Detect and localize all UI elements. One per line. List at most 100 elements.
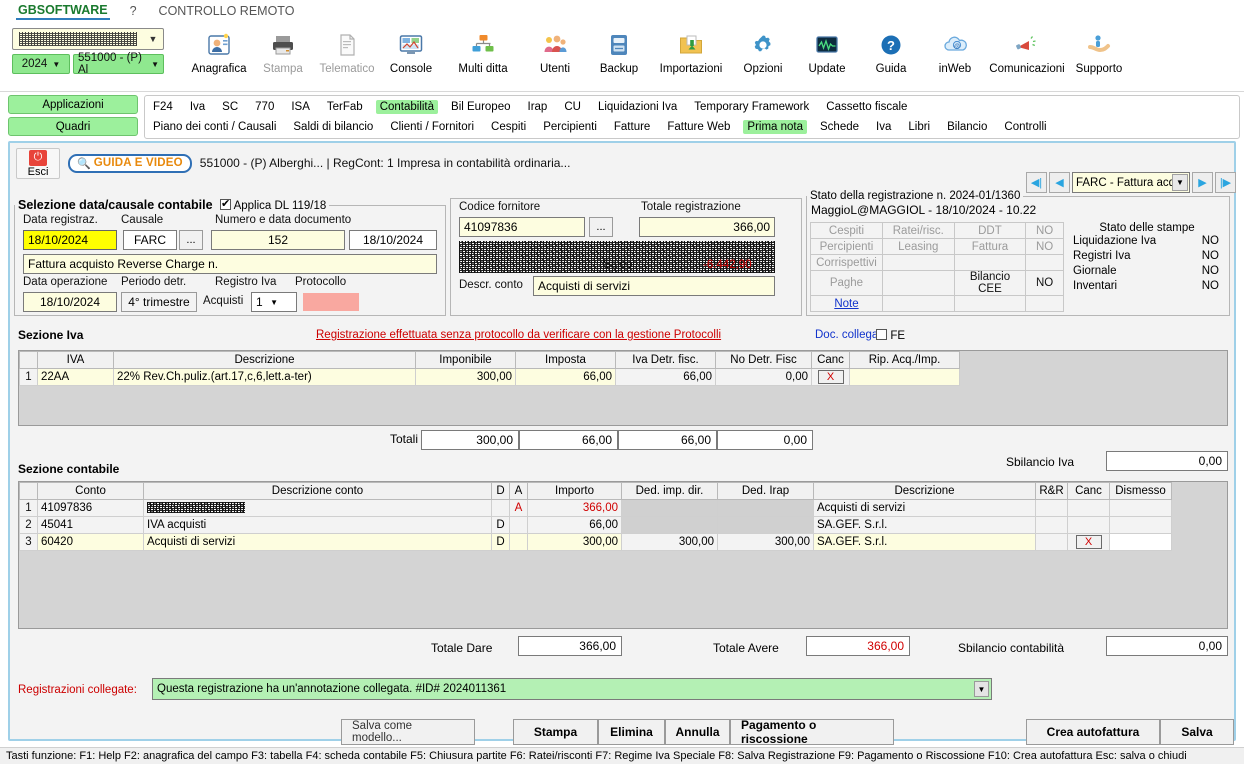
cell-imposta[interactable]: 66,00 xyxy=(515,368,616,386)
menu-item-controllo-remoto[interactable]: CONTROLLO REMOTO xyxy=(157,2,297,20)
nav-tab-isa[interactable]: ISA xyxy=(287,100,314,114)
nav-tab-contabilita[interactable]: Contabilità xyxy=(375,100,439,114)
nav-tab-irap[interactable]: Irap xyxy=(524,100,552,114)
fe-checkbox-wrap[interactable]: FE xyxy=(876,328,905,342)
cell-rip-acq-imp[interactable] xyxy=(849,368,960,386)
cell-descrizione[interactable]: SA.GEF. S.r.l. xyxy=(813,516,1036,534)
fornitore-browse-button[interactable]: ... xyxy=(589,217,613,237)
nav-tab-fatture-web[interactable]: Fatture Web xyxy=(663,120,734,134)
cell-d[interactable] xyxy=(491,499,510,517)
cell-leasing[interactable]: Leasing xyxy=(881,238,955,255)
th-d[interactable]: D xyxy=(491,482,510,500)
toolbar-button-multi-ditta[interactable]: Multi ditta xyxy=(443,24,523,75)
nav-tab-f24[interactable]: F24 xyxy=(149,100,177,114)
th-conto[interactable]: Conto xyxy=(37,482,144,500)
stampa-button[interactable]: Stampa xyxy=(513,719,598,745)
cell-descrizione-conto[interactable] xyxy=(143,499,492,517)
cell-canc[interactable]: X xyxy=(1067,533,1110,551)
th-a[interactable]: A xyxy=(509,482,528,500)
totale-registrazione-input[interactable]: 366,00 xyxy=(639,217,775,237)
causale-browse-button[interactable]: ... xyxy=(179,230,203,250)
nav-tab-cu[interactable]: CU xyxy=(560,100,585,114)
periodo-detr-input[interactable]: 4° trimestre xyxy=(121,292,197,312)
data-operazione-input[interactable]: 18/10/2024 xyxy=(23,292,117,312)
cell-a[interactable]: A xyxy=(509,499,528,517)
cell-d[interactable]: D xyxy=(491,533,510,551)
nav-tab-sc[interactable]: SC xyxy=(218,100,242,114)
nav-tab-bil-europeo[interactable]: Bil Europeo xyxy=(447,100,514,114)
th-dismesso[interactable]: Dismesso xyxy=(1109,482,1172,500)
nav-button-applicazioni[interactable]: Applicazioni xyxy=(8,95,138,114)
th-no-detr-fisc[interactable]: No Detr. Fisc xyxy=(715,351,812,369)
th-importo[interactable]: Importo xyxy=(527,482,622,500)
cell-iva-code[interactable]: 22AA xyxy=(37,368,114,386)
applica-dl-checkbox-wrap[interactable]: Applica DL 119/18 xyxy=(220,197,326,212)
cell-descrizione[interactable]: Acquisti di servizi xyxy=(813,499,1036,517)
cell-dismesso[interactable] xyxy=(1109,516,1172,534)
th-descrizione[interactable]: Descrizione xyxy=(113,351,416,369)
cell-dismesso[interactable] xyxy=(1109,533,1172,551)
elimina-button[interactable]: Elimina xyxy=(598,719,665,745)
cell-rr[interactable] xyxy=(1035,533,1068,551)
registro-iva-number-select[interactable]: 1 ▼ xyxy=(251,292,297,312)
descr-conto-input[interactable]: Acquisti di servizi xyxy=(533,276,775,296)
nav-tab-bilancio[interactable]: Bilancio xyxy=(943,120,991,134)
th-descrizione[interactable]: Descrizione xyxy=(813,482,1036,500)
nav-tab-cassetto-fiscale[interactable]: Cassetto fiscale xyxy=(822,100,911,114)
chevron-down-icon[interactable]: ▼ xyxy=(1172,174,1188,191)
nav-tab-saldi-di-bilancio[interactable]: Saldi di bilancio xyxy=(289,120,377,134)
nav-tab-iva[interactable]: Iva xyxy=(186,100,209,114)
chevron-down-icon[interactable]: ▼ xyxy=(143,34,163,44)
cell-canc[interactable]: X xyxy=(811,368,850,386)
cell-descrizione-conto[interactable]: IVA acquisti xyxy=(143,516,492,534)
company-code-selector[interactable]: 551000 - (P) Al ▼ xyxy=(73,52,164,76)
cell-importo[interactable]: 366,00 xyxy=(527,499,622,517)
toolbar-button-anagrafica[interactable]: Anagrafica xyxy=(187,24,251,75)
cell-a[interactable] xyxy=(509,533,528,551)
cell-rr[interactable] xyxy=(1035,499,1068,517)
cell-ded-irap[interactable]: 300,00 xyxy=(717,533,814,551)
descrizione-registrazione-input[interactable]: Fattura acquisto Reverse Charge n. xyxy=(23,254,437,274)
table-row[interactable]: 1 22AA 22% Rev.Ch.puliz.(art.17,c,6,lett… xyxy=(19,368,1227,386)
causale-input[interactable]: FARC xyxy=(123,230,177,250)
th-canc[interactable]: Canc xyxy=(1067,482,1110,500)
nav-tab-schede[interactable]: Schede xyxy=(816,120,863,134)
menu-item-gbsoftware[interactable]: GBSOFTWARE xyxy=(16,1,110,20)
cell-cespiti[interactable]: Cespiti xyxy=(810,222,883,239)
annulla-button[interactable]: Annulla xyxy=(665,719,730,745)
nav-tab-terfab[interactable]: TerFab xyxy=(323,100,367,114)
nav-button-quadri[interactable]: Quadri xyxy=(8,117,138,136)
cell-iva-descrizione[interactable]: 22% Rev.Ch.puliz.(art.17,c,6,lett.a-ter) xyxy=(113,368,416,386)
nav-tab-770[interactable]: 770 xyxy=(251,100,278,114)
nav-tab-libri[interactable]: Libri xyxy=(904,120,934,134)
th-iva-detr-fisc[interactable]: Iva Detr. fisc. xyxy=(615,351,716,369)
nav-tab-temporary-framework[interactable]: Temporary Framework xyxy=(690,100,813,114)
th-rip-acq-imp[interactable]: Rip. Acq./Imp. xyxy=(849,351,960,369)
delete-row-button[interactable]: X xyxy=(817,370,844,384)
company-name-combo[interactable]: ▼ xyxy=(12,28,164,50)
cell-importo[interactable]: 66,00 xyxy=(527,516,622,534)
chevron-down-icon[interactable]: ▼ xyxy=(974,681,989,697)
registrazioni-collegate-select[interactable]: Questa registrazione ha un'annotazione c… xyxy=(152,678,992,700)
cell-bilancio-cee[interactable]: Bilancio CEE xyxy=(953,270,1027,296)
cell-note-link[interactable]: Note xyxy=(810,295,883,312)
salva-come-modello-button[interactable]: Salva come modello... xyxy=(341,719,475,745)
th-descrizione-conto[interactable]: Descrizione conto xyxy=(143,482,492,500)
nav-tab-fatture[interactable]: Fatture xyxy=(610,120,654,134)
table-row[interactable]: 1 41097836 A 366,00 Acquisti di servizi xyxy=(19,499,1227,517)
cell-ddt[interactable]: DDT xyxy=(953,222,1027,239)
cell-imponibile[interactable]: 300,00 xyxy=(415,368,516,386)
cell-ratei-risc[interactable]: Ratei/risc. xyxy=(881,222,955,239)
nav-tab-piano-dei-conti[interactable]: Piano dei conti / Causali xyxy=(149,120,280,134)
toolbar-button-inweb[interactable]: @ inWeb xyxy=(923,24,987,75)
checkbox-icon[interactable] xyxy=(220,197,232,210)
year-selector[interactable]: 2024 ▼ xyxy=(12,54,70,74)
cell-canc[interactable] xyxy=(1067,499,1110,517)
cell-conto[interactable]: 45041 xyxy=(37,516,144,534)
th-canc[interactable]: Canc xyxy=(811,351,850,369)
th-iva[interactable]: IVA xyxy=(37,351,114,369)
th-ded-imp-dir[interactable]: Ded. imp. dir. xyxy=(621,482,718,500)
cell-paghe[interactable]: Paghe xyxy=(810,270,883,296)
cell-conto[interactable]: 41097836 xyxy=(37,499,144,517)
cell-dismesso[interactable] xyxy=(1109,499,1172,517)
